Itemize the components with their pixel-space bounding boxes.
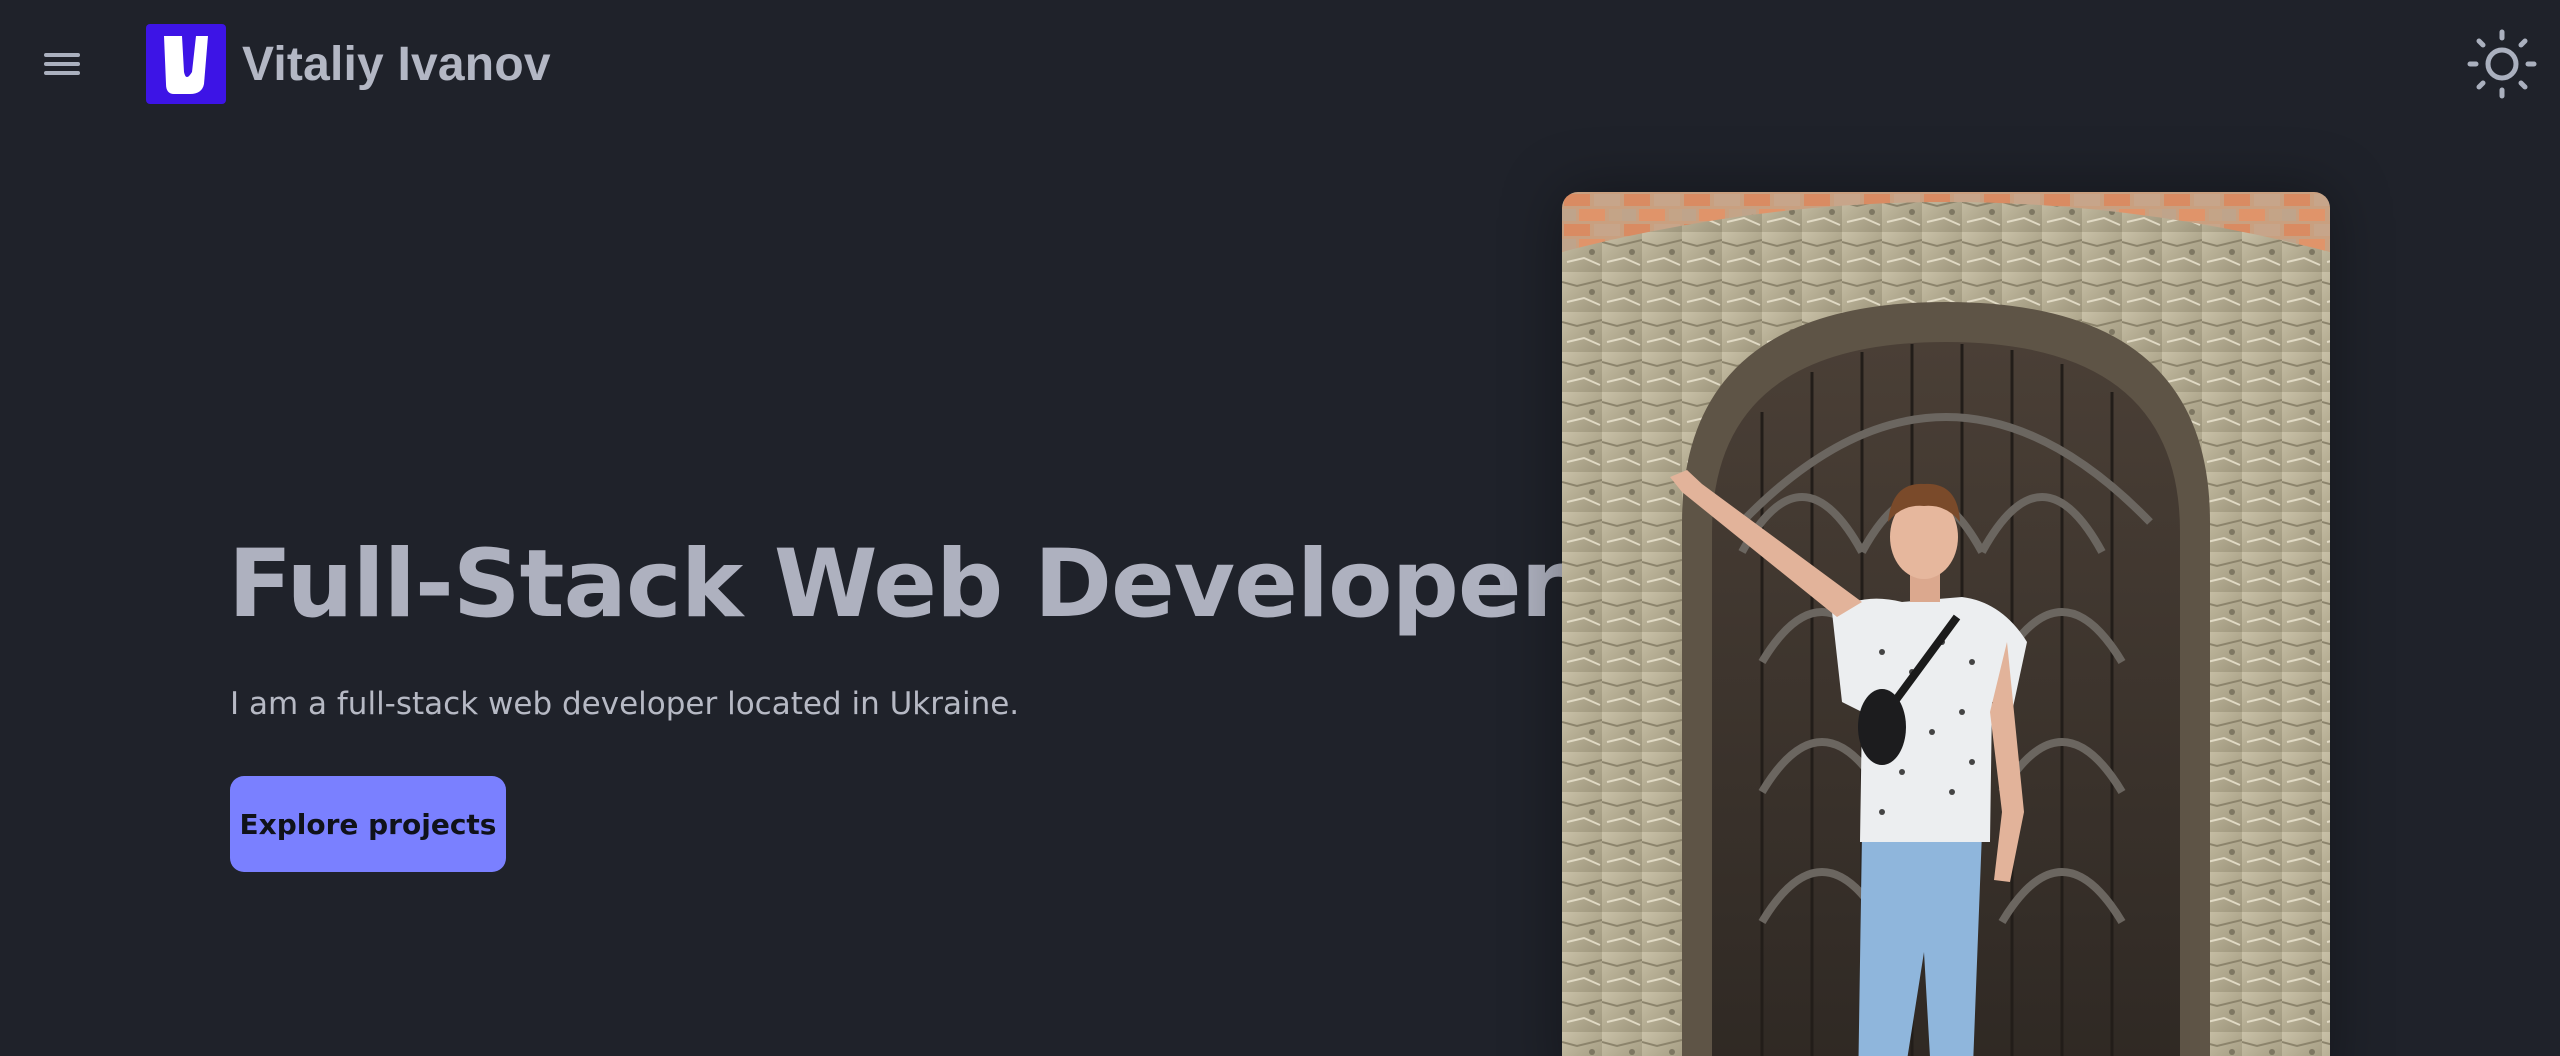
hamburger-menu-icon [44, 53, 80, 57]
brand-name: Vitaliy Ivanov [242, 37, 551, 91]
explore-projects-button[interactable]: Explore projects [230, 776, 506, 872]
sun-icon [2467, 29, 2537, 99]
brand-link[interactable]: Vitaliy Ivanov [146, 24, 551, 104]
theme-toggle-button[interactable] [2466, 28, 2538, 100]
menu-button[interactable] [40, 44, 86, 84]
site-header: Vitaliy Ivanov [0, 0, 2560, 130]
hero-title: Full-Stack Web Developer [228, 530, 1567, 639]
logo-icon [146, 24, 226, 104]
profile-photo [1562, 192, 2330, 1056]
page: Vitaliy Ivanov Full-Stack Web Developer … [0, 0, 2560, 1056]
hero-subtitle: I am a full-stack web developer located … [230, 686, 1020, 722]
